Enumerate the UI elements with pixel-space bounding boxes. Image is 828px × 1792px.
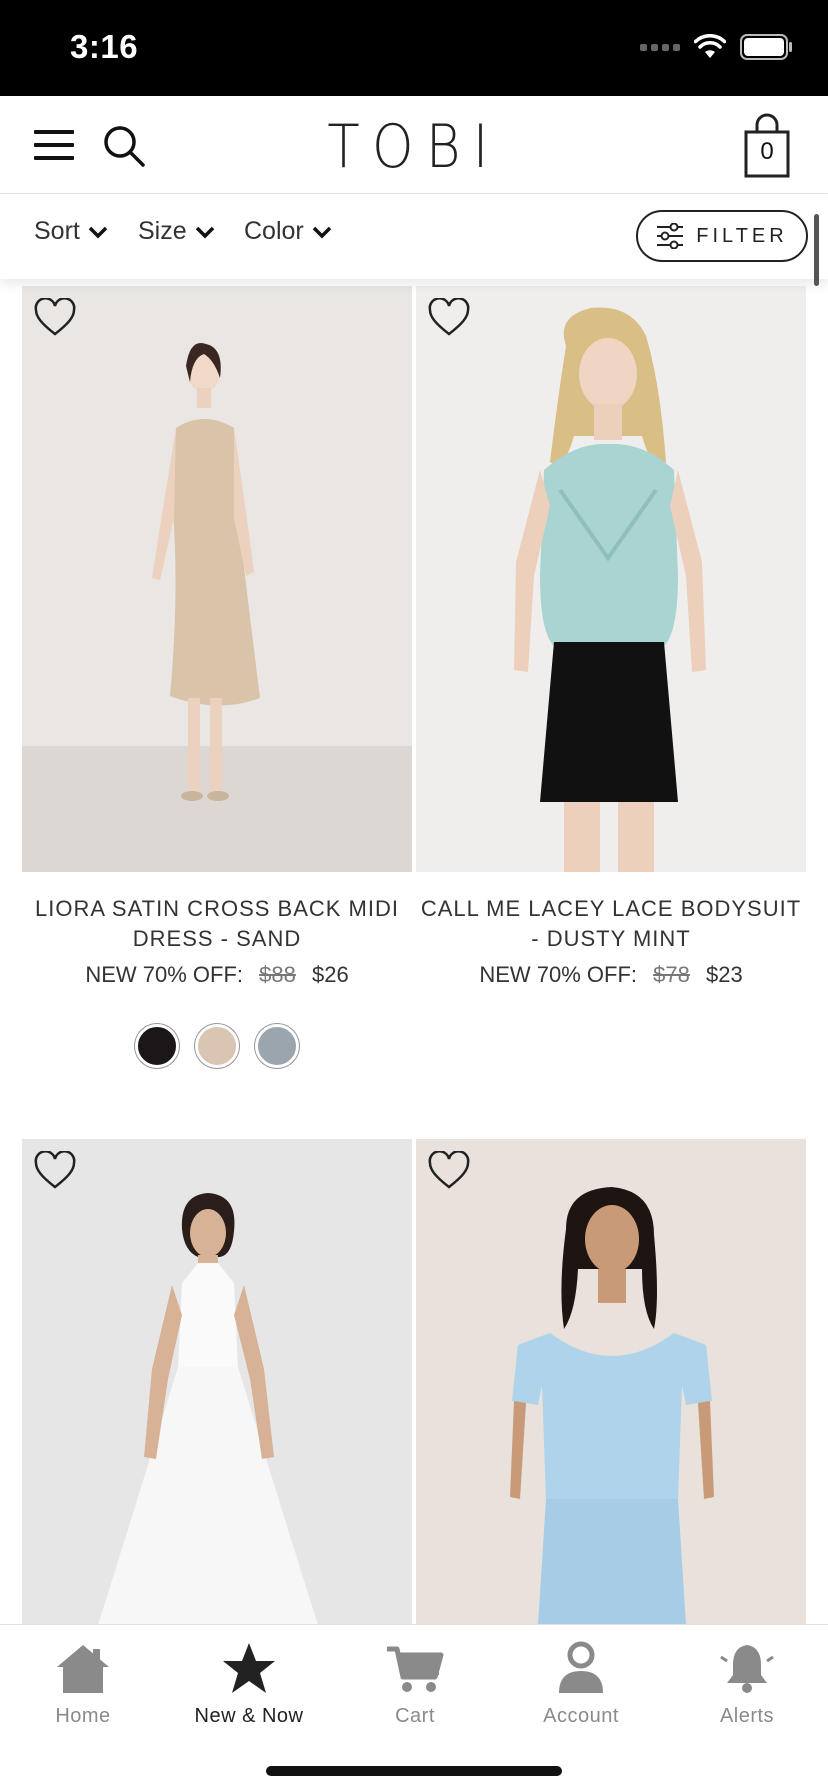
- price-prefix: NEW 70% OFF:: [85, 962, 243, 987]
- status-icons: [640, 34, 794, 60]
- tab-cart[interactable]: Cart: [332, 1641, 498, 1728]
- original-price: $78: [653, 962, 690, 987]
- sort-dropdown[interactable]: Sort: [34, 217, 108, 246]
- product-image[interactable]: [22, 1139, 412, 1625]
- tab-new-and-now[interactable]: New & Now: [166, 1641, 332, 1728]
- heart-icon[interactable]: [34, 1151, 76, 1191]
- brand-logo[interactable]: TOBI: [50, 112, 779, 182]
- tab-label: New & Now: [194, 1705, 304, 1727]
- original-price: $88: [259, 962, 296, 987]
- size-label: Size: [138, 217, 187, 245]
- account-icon: [559, 1641, 603, 1693]
- tab-label: Home: [55, 1705, 111, 1727]
- chevron-down-icon: [195, 226, 214, 238]
- cart-icon: [387, 1646, 444, 1692]
- scrollbar-thumb[interactable]: [814, 214, 819, 286]
- heart-icon[interactable]: [428, 1151, 470, 1191]
- app-header: TOBI 0: [0, 96, 828, 194]
- status-bar: 3:16: [0, 0, 828, 96]
- chevron-down-icon: [312, 226, 331, 238]
- chevron-down-icon: [88, 226, 108, 238]
- color-swatches: [22, 1024, 412, 1068]
- tab-label: Cart: [395, 1705, 435, 1727]
- color-dropdown[interactable]: Color: [244, 217, 332, 246]
- wifi-icon: [694, 34, 726, 58]
- product-photo-bodysuit: [416, 286, 806, 872]
- product-card[interactable]: LIORA SATIN CROSS BACK MIDI DRESS - SAND…: [22, 286, 412, 1086]
- tab-alerts[interactable]: Alerts: [664, 1641, 828, 1728]
- color-swatch[interactable]: [135, 1024, 179, 1068]
- sliders-icon: [657, 223, 684, 249]
- status-time: 3:16: [70, 28, 139, 65]
- heart-icon[interactable]: [34, 298, 76, 338]
- product-price: NEW 70% OFF: $78 $23: [416, 962, 806, 988]
- bell-icon: [720, 1645, 774, 1693]
- product-image[interactable]: [416, 286, 806, 872]
- product-card[interactable]: [22, 1139, 412, 1625]
- filter-button[interactable]: FILTER: [636, 210, 808, 262]
- home-icon: [57, 1645, 109, 1693]
- product-name[interactable]: CALL ME LACEY LACE BODYSUIT - DUSTY MINT: [416, 894, 806, 954]
- color-label: Color: [244, 217, 304, 245]
- tab-label: Account: [543, 1705, 619, 1727]
- home-indicator: [266, 1766, 562, 1776]
- cellular-signal-icon: [640, 43, 680, 51]
- size-dropdown[interactable]: Size: [138, 217, 215, 246]
- product-image[interactable]: [22, 286, 412, 872]
- shopping-bag-button[interactable]: 0: [742, 112, 792, 178]
- sale-price: $26: [311, 962, 349, 987]
- star-icon: [223, 1643, 275, 1693]
- sort-label: Sort: [34, 217, 80, 245]
- filter-button-label: FILTER: [696, 224, 788, 247]
- product-name[interactable]: LIORA SATIN CROSS BACK MIDI DRESS - SAND: [22, 894, 412, 954]
- product-photo-dress: [22, 286, 412, 872]
- color-swatch[interactable]: [255, 1024, 299, 1068]
- product-photo-gown: [22, 1139, 412, 1625]
- battery-icon: [740, 34, 792, 60]
- heart-icon[interactable]: [428, 298, 470, 338]
- product-image[interactable]: [416, 1139, 806, 1625]
- tab-account[interactable]: Account: [498, 1641, 664, 1728]
- filter-bar: Sort Size Color FILTER: [0, 195, 828, 279]
- cart-count: 0: [760, 138, 774, 165]
- price-prefix: NEW 70% OFF:: [479, 962, 637, 987]
- sale-price: $23: [705, 962, 743, 987]
- product-card[interactable]: [416, 1139, 806, 1625]
- product-price: NEW 70% OFF: $88 $26: [22, 962, 412, 988]
- product-card[interactable]: CALL ME LACEY LACE BODYSUIT - DUSTY MINT…: [416, 286, 806, 1086]
- tab-label: Alerts: [719, 1705, 775, 1727]
- product-photo-top: [416, 1139, 806, 1625]
- tab-home[interactable]: Home: [0, 1641, 166, 1728]
- color-swatch[interactable]: [195, 1024, 239, 1068]
